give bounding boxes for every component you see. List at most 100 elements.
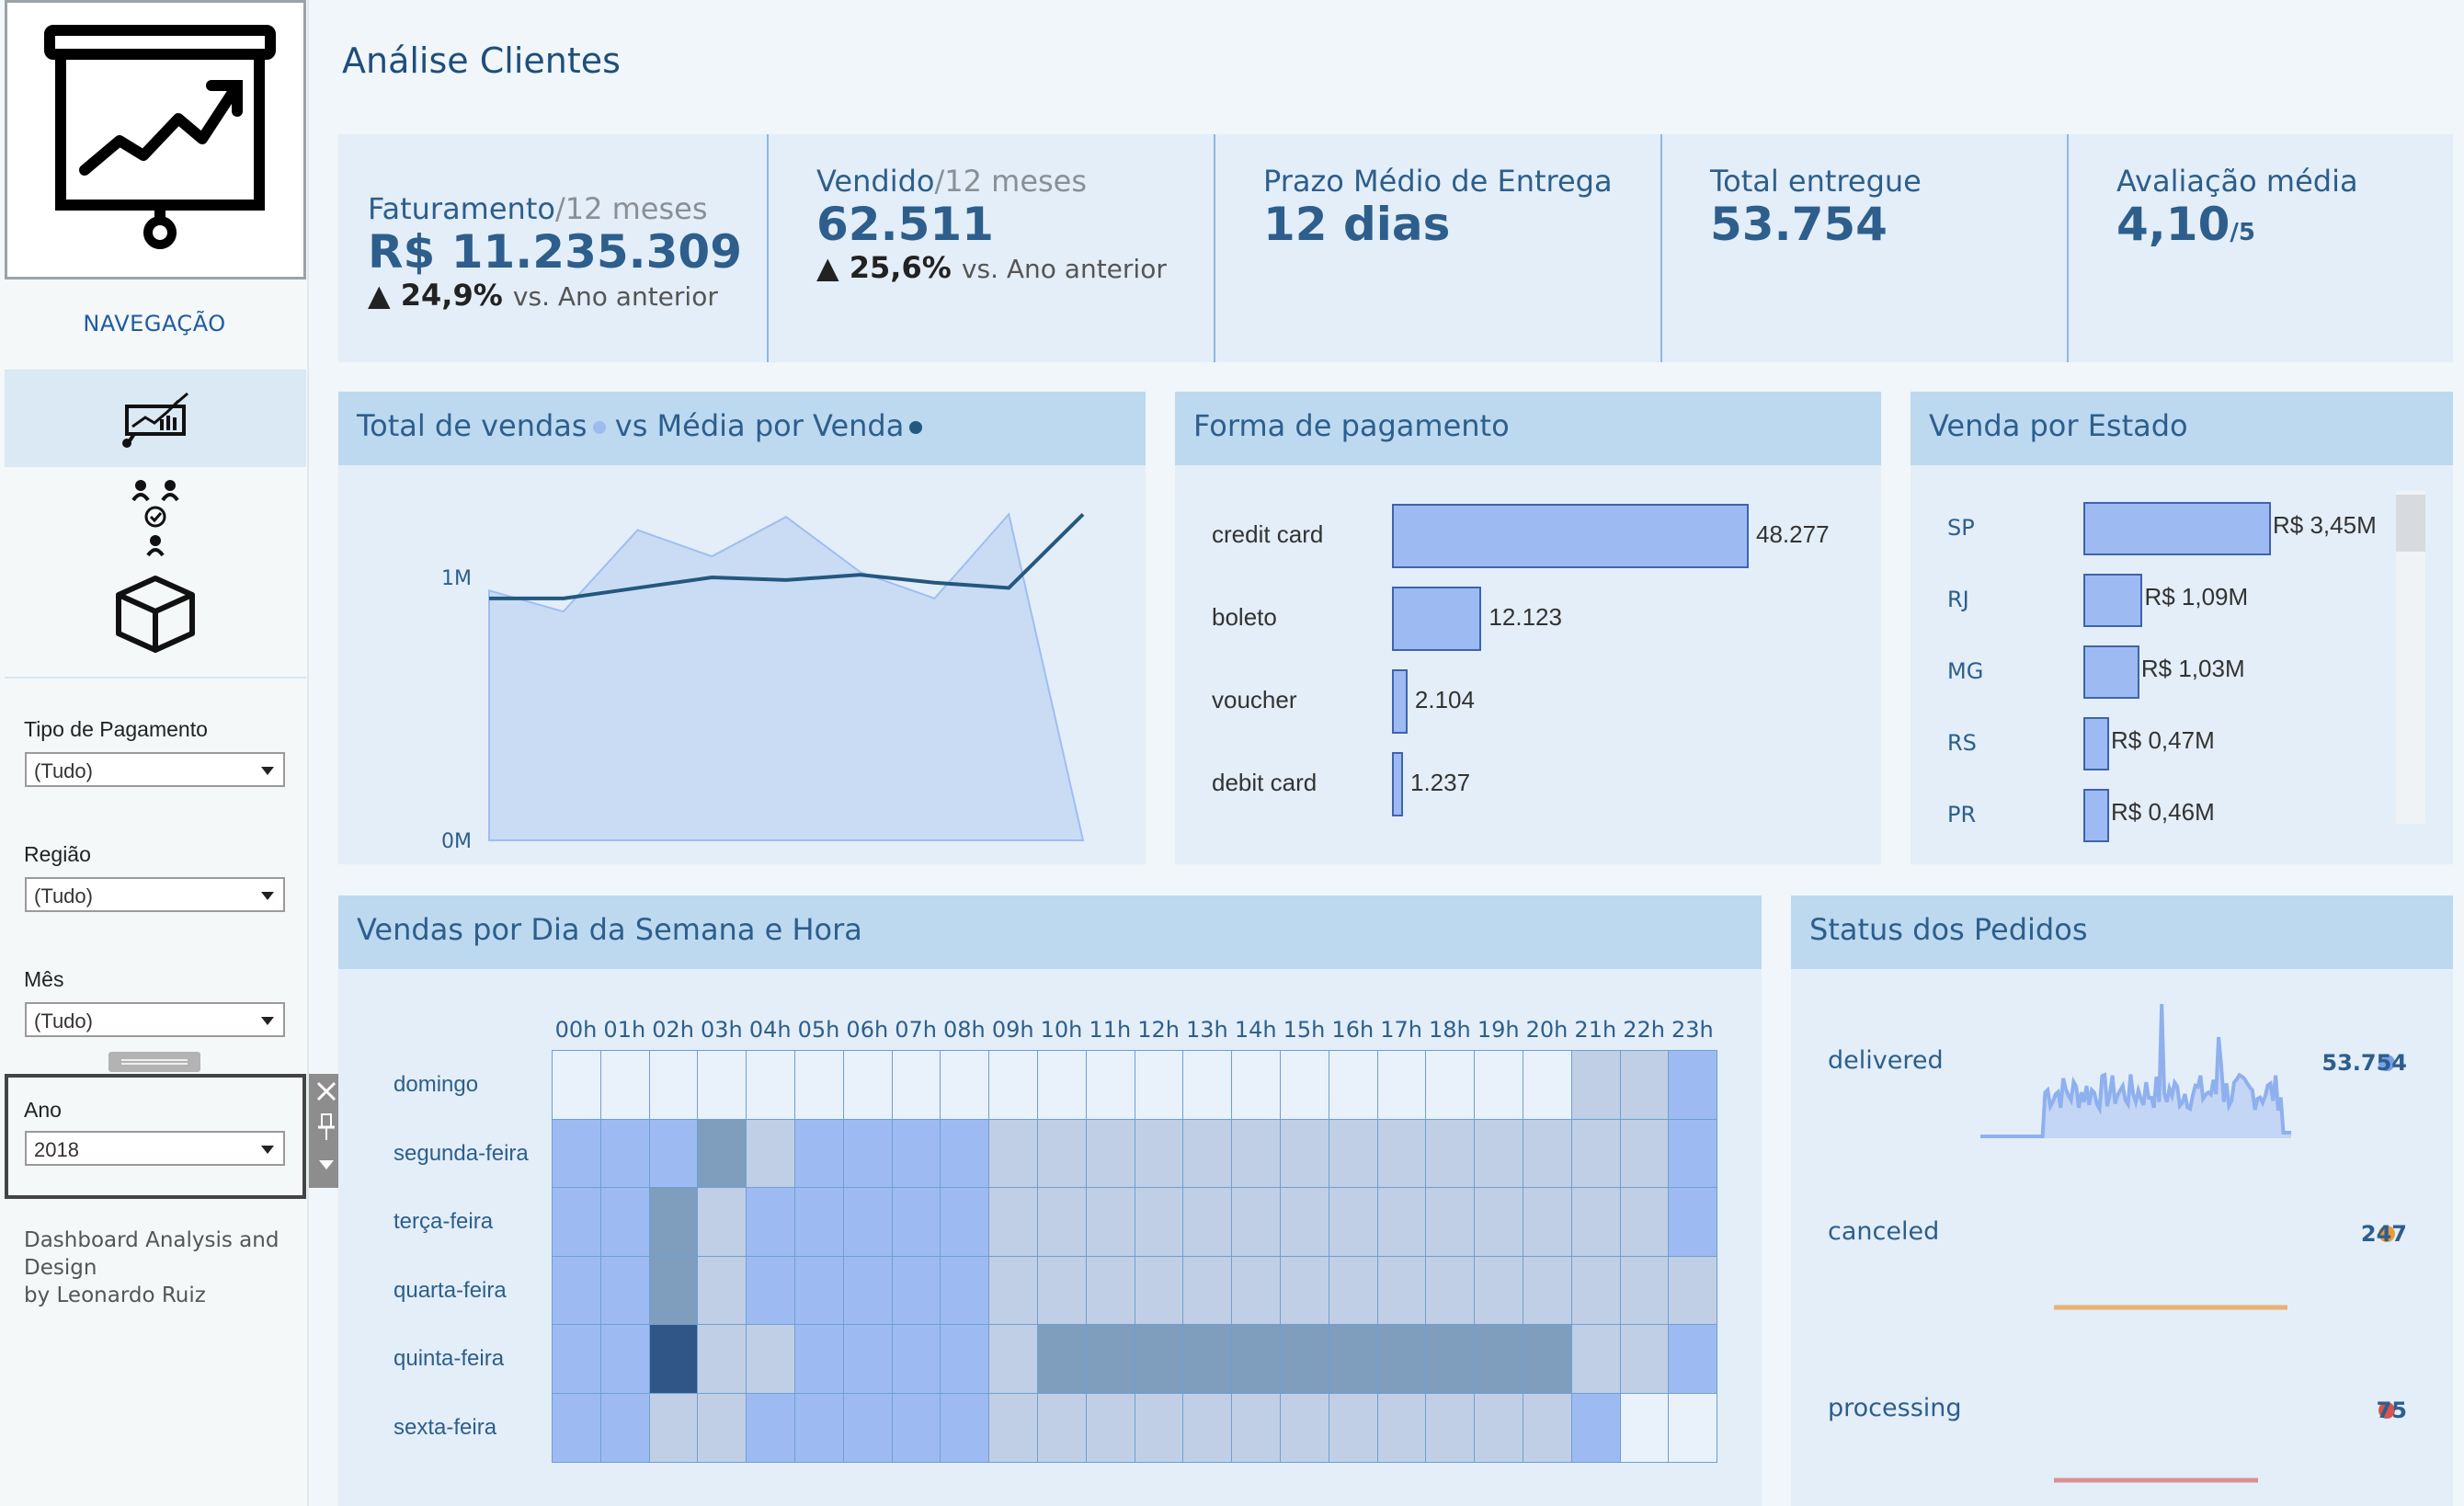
- filter-month-select[interactable]: (Tudo): [25, 1002, 285, 1037]
- heatmap-cell: [1085, 1050, 1135, 1120]
- heatmap-cell: [1570, 1050, 1621, 1120]
- heatmap-cell: [1570, 1118, 1621, 1189]
- bar-mark: [2083, 717, 2109, 770]
- heatmap-cell: [599, 1187, 650, 1257]
- kpi-divider: [2067, 134, 2069, 362]
- heatmap-cell: [940, 1118, 990, 1189]
- heatmap-cell: [1328, 1050, 1378, 1120]
- heatmap-cell: [648, 1118, 699, 1189]
- weekday-label: terça-feira: [394, 1209, 494, 1235]
- heatmap-cell: [1570, 1324, 1621, 1394]
- heatmap-cell: [940, 1393, 990, 1463]
- people-network-icon: [131, 480, 179, 557]
- filter-region-label: Região: [24, 842, 91, 866]
- bar-value-label: R$ 0,46M: [2111, 798, 2215, 826]
- drag-handle[interactable]: [108, 1052, 200, 1072]
- bar-value-label: R$ 0,47M: [2111, 726, 2215, 754]
- bar-mark: [1392, 669, 1408, 734]
- heatmap-cell: [1134, 1324, 1184, 1394]
- kpi-label: Prazo Médio de Entrega: [1263, 164, 1613, 199]
- heatmap-cell: [1037, 1393, 1087, 1463]
- filter-year-value: 2018: [34, 1138, 79, 1161]
- hour-label: 03h: [701, 1017, 743, 1043]
- heatmap-cell: [599, 1050, 650, 1120]
- heatmap-cell: [1474, 1118, 1523, 1189]
- filter-year-card: Ano 2018: [5, 1074, 306, 1199]
- kpi-faturamento: Faturamento/12 meses R$ 11.235.309 ▲ 24,…: [368, 191, 742, 419]
- hour-label: 09h: [991, 1017, 1034, 1043]
- scrollbar-track[interactable]: [2396, 491, 2425, 824]
- filter-year-label: Ano: [24, 1098, 62, 1122]
- heatmap-cell: [1231, 1255, 1281, 1326]
- weekday-label: segunda-feira: [394, 1140, 529, 1166]
- bar-label: credit card: [1212, 520, 1324, 548]
- close-icon[interactable]: [316, 1081, 337, 1101]
- kpi-period: /12 meses: [934, 164, 1088, 199]
- hour-label: 19h: [1477, 1017, 1520, 1043]
- bar-value-label: R$ 1,03M: [2140, 655, 2245, 682]
- bar-value-label: 1.237: [1410, 769, 1471, 796]
- panel-subtitle: vs Média por Venda: [614, 408, 905, 443]
- heatmap-cell: [891, 1393, 941, 1463]
- heatmap-cell: [746, 1393, 795, 1463]
- filter-payment-select[interactable]: (Tudo): [25, 752, 285, 787]
- heatmap-cell: [1668, 1187, 1718, 1257]
- heatmap-cell: [697, 1324, 747, 1394]
- heatmap-cell: [794, 1255, 844, 1326]
- heatmap-cell: [1231, 1187, 1281, 1257]
- scrollbar-thumb[interactable]: [2396, 495, 2425, 552]
- hour-label: 21h: [1574, 1017, 1617, 1043]
- kpi-value: 62.511: [816, 198, 994, 251]
- hour-label: 17h: [1380, 1017, 1422, 1043]
- heatmap-cell: [1280, 1393, 1329, 1463]
- heatmap-cell: [1619, 1393, 1670, 1463]
- state-label: SP: [1947, 515, 1975, 541]
- heatmap-cell: [552, 1255, 601, 1326]
- chevron-down-icon[interactable]: [319, 1160, 334, 1169]
- chevron-down-icon: [261, 1146, 274, 1154]
- heatmap-cell: [1085, 1393, 1135, 1463]
- nav-divider: [5, 677, 306, 679]
- heatmap-cell: [940, 1324, 990, 1394]
- filter-year-select[interactable]: 2018: [25, 1131, 285, 1166]
- filter-region-select[interactable]: (Tudo): [25, 877, 285, 912]
- hour-label: 23h: [1671, 1017, 1714, 1043]
- panel-pagamento-header: Forma de pagamento: [1175, 392, 1881, 465]
- heatmap-cell: [746, 1255, 795, 1326]
- heatmap-cell: [1376, 1324, 1427, 1394]
- heatmap-cell: [1523, 1187, 1572, 1257]
- weekday-label: sexta-feira: [394, 1415, 497, 1440]
- heatmap-cell: [1523, 1255, 1572, 1326]
- kpi-row: Faturamento/12 meses R$ 11.235.309 ▲ 24,…: [338, 134, 2453, 362]
- heatmap-cell: [1619, 1255, 1670, 1326]
- heatmap-cell: [1037, 1050, 1087, 1120]
- dashboard-logo[interactable]: [5, 0, 306, 280]
- bar-label: boleto: [1212, 603, 1277, 631]
- nav-item-sales[interactable]: [5, 371, 306, 467]
- heatmap-cell: [988, 1118, 1038, 1189]
- heatmap-cell: [1328, 1118, 1378, 1189]
- hour-label: 05h: [797, 1017, 840, 1043]
- heatmap-cell: [794, 1324, 844, 1394]
- nav-item-customers[interactable]: [5, 471, 306, 563]
- pin-icon[interactable]: [318, 1113, 335, 1140]
- heatmap-cell: [697, 1050, 747, 1120]
- status-value: 53.754: [2321, 1050, 2407, 1076]
- heatmap-cell: [842, 1187, 893, 1257]
- presentation-chart-icon: [122, 392, 188, 448]
- y-tick-label: 1M: [441, 567, 472, 590]
- panel-vendas-header: Total de vendas vs Média por Venda: [338, 392, 1146, 465]
- heatmap-cell: [1376, 1118, 1427, 1189]
- nav-item-products[interactable]: [5, 563, 306, 666]
- status-label: delivered: [1828, 1046, 1944, 1075]
- heatmap-cell: [1085, 1118, 1135, 1189]
- sales-area-chart: 1M 0M: [441, 512, 1085, 853]
- panel-title: Total de vendas: [357, 408, 587, 443]
- heatmap-cell: [552, 1393, 601, 1463]
- hour-label: 02h: [652, 1017, 694, 1043]
- sidebar: NAVEGAÇÃO Tipo de Pagamento (Tudo) Regiã…: [0, 0, 309, 1506]
- heatmap-cell: [1182, 1050, 1233, 1120]
- kpi-value: 12 dias: [1263, 198, 1451, 251]
- heatmap-cell: [1280, 1255, 1329, 1326]
- filter-month-value: (Tudo): [34, 1010, 93, 1033]
